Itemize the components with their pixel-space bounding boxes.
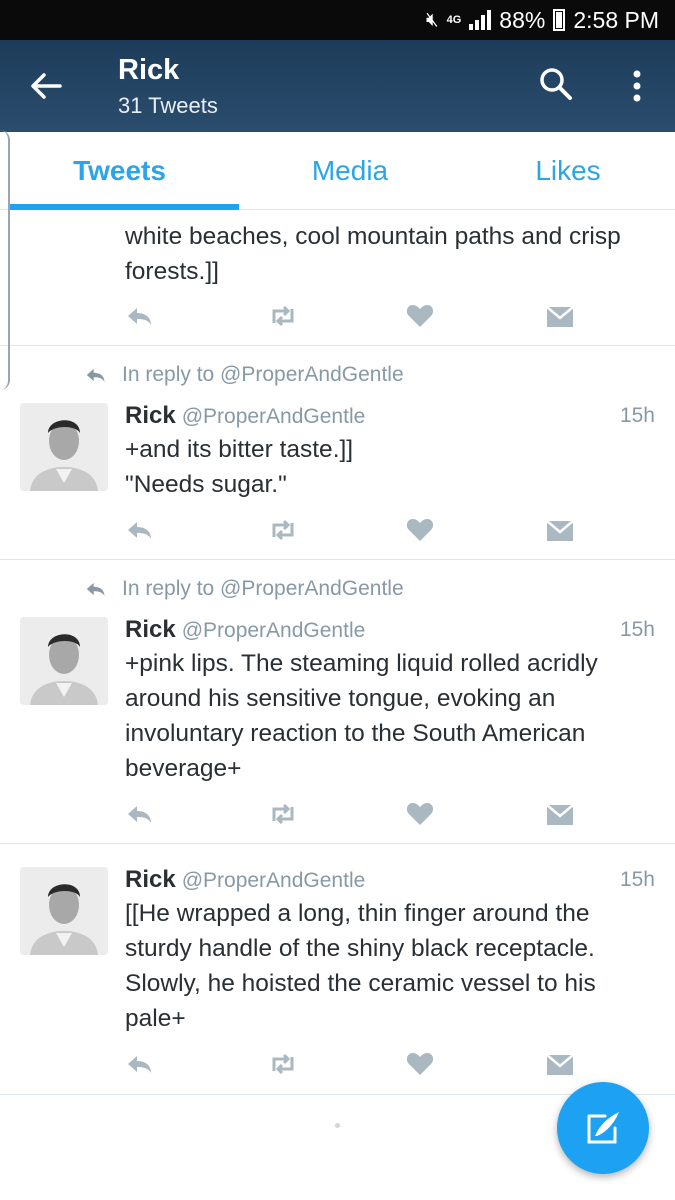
mute-icon: 🔇︎: [426, 8, 439, 31]
avatar[interactable]: [20, 867, 108, 955]
avatar-photo: [20, 617, 108, 705]
reply-icon[interactable]: [125, 517, 155, 543]
status-bar: 🔇︎ 4G 88% 2:58 PM: [0, 0, 675, 40]
tweet-header: Rick @ProperAndGentle 15h: [125, 616, 655, 644]
retweet-icon[interactable]: [268, 517, 298, 543]
battery-icon: [553, 9, 566, 31]
tweet-header: Rick @ProperAndGentle 15h: [125, 866, 655, 894]
compose-tweet-icon: [587, 1112, 619, 1144]
reply-context[interactable]: In reply to @ProperAndGentle: [84, 363, 404, 387]
tweet-item[interactable]: white beaches, cool mountain paths and c…: [0, 210, 675, 346]
tweet-text: +and its bitter taste.]] "Needs sugar.": [125, 436, 354, 498]
profile-tabs: Tweets Media Likes: [0, 132, 675, 210]
tweet-text: white beaches, cool mountain paths and c…: [125, 223, 621, 285]
tweet-actions: [125, 517, 575, 547]
like-icon[interactable]: [405, 517, 435, 543]
reply-icon: [86, 368, 105, 382]
avatar[interactable]: [20, 403, 108, 491]
tweet-item[interactable]: In reply to @ProperAndGentle Rick @Proper…: [0, 560, 675, 844]
author-handle[interactable]: @ProperAndGentle: [182, 869, 366, 892]
avatar-photo: [20, 403, 108, 491]
screen-edge: [0, 130, 10, 390]
tweet-text: [[He wrapped a long, thin finger around …: [125, 900, 596, 1032]
reply-icon: [86, 582, 105, 596]
avatar[interactable]: [20, 617, 108, 705]
reply-context-text: In reply to @ProperAndGentle: [122, 577, 404, 600]
tweet-time: 15h: [619, 618, 655, 641]
tab-media[interactable]: Media: [239, 132, 461, 210]
direct-message-icon[interactable]: [545, 1051, 575, 1077]
timeline[interactable]: white beaches, cool mountain paths and c…: [0, 210, 675, 1200]
profile-header: Rick 31 Tweets: [0, 40, 675, 132]
tweet-count: 31 Tweets: [118, 93, 218, 118]
author-handle[interactable]: @ProperAndGentle: [182, 405, 366, 428]
author-name[interactable]: Rick: [125, 616, 176, 643]
tweet-text: +pink lips. The steaming liquid rolled a…: [125, 650, 598, 782]
battery-percent: 88%: [499, 6, 546, 33]
loading-dot: [335, 1123, 340, 1128]
avatar-photo: [20, 867, 108, 955]
like-icon[interactable]: [405, 801, 435, 827]
tweet-time: 15h: [619, 404, 655, 427]
direct-message-icon[interactable]: [545, 303, 575, 329]
search-icon[interactable]: [538, 66, 574, 102]
tweet-actions: [125, 801, 575, 831]
tweet-time: 15h: [619, 868, 655, 891]
network-type: 4G: [446, 14, 462, 26]
tweet-actions: [125, 1051, 575, 1081]
reply-icon[interactable]: [125, 801, 155, 827]
tab-likes[interactable]: Likes: [461, 132, 675, 210]
direct-message-icon[interactable]: [545, 801, 575, 827]
like-icon[interactable]: [405, 303, 435, 329]
retweet-icon[interactable]: [268, 1051, 298, 1077]
direct-message-icon[interactable]: [545, 517, 575, 543]
profile-name: Rick: [118, 54, 180, 86]
status-icons: 🔇︎ 4G 88% 2:58 PM: [426, 6, 659, 34]
author-name[interactable]: Rick: [125, 402, 176, 429]
reply-context-text: In reply to @ProperAndGentle: [122, 363, 404, 386]
tweet-item[interactable]: In reply to @ProperAndGentle Rick @Proper…: [0, 346, 675, 560]
tweet-item[interactable]: Rick @ProperAndGentle 15h [[He wrapped a …: [0, 844, 675, 1095]
author-handle[interactable]: @ProperAndGentle: [182, 619, 366, 642]
tab-tweets[interactable]: Tweets: [0, 132, 239, 210]
tweet-actions: [125, 303, 575, 333]
reply-icon[interactable]: [125, 1051, 155, 1077]
reply-context[interactable]: In reply to @ProperAndGentle: [84, 577, 404, 601]
signal-icon: [469, 10, 492, 30]
retweet-icon[interactable]: [268, 801, 298, 827]
retweet-icon[interactable]: [268, 303, 298, 329]
compose-tweet-button[interactable]: [557, 1082, 649, 1174]
reply-icon[interactable]: [125, 303, 155, 329]
back-arrow-icon[interactable]: [24, 64, 68, 108]
author-name[interactable]: Rick: [125, 866, 176, 893]
tweet-header: Rick @ProperAndGentle 15h: [125, 402, 655, 430]
more-vert-icon[interactable]: [622, 64, 652, 108]
like-icon[interactable]: [405, 1051, 435, 1077]
clock: 2:58 PM: [573, 6, 659, 33]
